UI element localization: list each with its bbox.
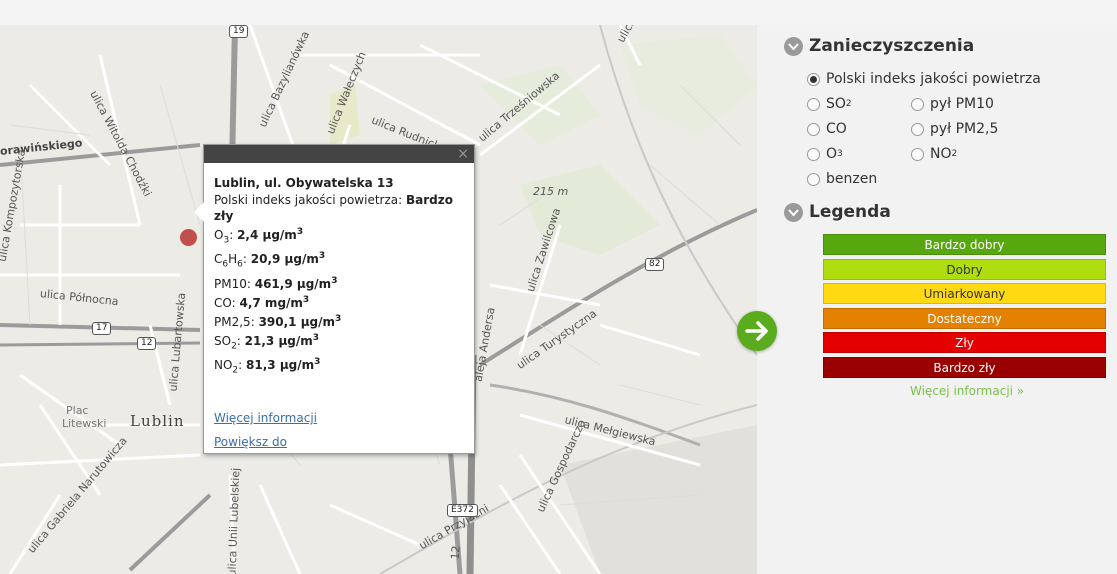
popup-pointer (194, 202, 204, 222)
measurement-value: 20,9 µg/m3 (250, 251, 326, 267)
radio-button[interactable] (807, 147, 820, 161)
legend-item: Dobry (823, 259, 1106, 280)
close-icon[interactable]: × (457, 146, 469, 162)
option-so2[interactable]: SO 2 (807, 96, 852, 112)
measurement-row: PM10: 461,9 µg/m3 (214, 275, 338, 291)
arrow-right-icon (745, 321, 768, 341)
radio-button[interactable] (807, 72, 820, 86)
radio-button[interactable] (911, 97, 924, 111)
pollutants-title: Zanieczyszczenia (809, 36, 975, 56)
measurement-value: 81,3 µg/m3 (246, 357, 321, 373)
radio-button[interactable] (807, 172, 820, 186)
road-shield: E372 (447, 504, 478, 517)
road-shield: 12 (137, 337, 157, 350)
place-label: Litewski (62, 417, 107, 430)
place-label: Plac (66, 404, 89, 417)
station-marker[interactable] (180, 229, 197, 246)
option-no2[interactable]: NO 2 (911, 146, 957, 162)
legend-item: Zły (823, 332, 1106, 353)
legend-item: Umiarkowany (823, 283, 1106, 304)
radio-button[interactable] (807, 122, 820, 136)
zoom-to-link[interactable]: Powiększ do (214, 434, 317, 450)
measurement-value: 461,9 µg/m3 (254, 275, 338, 291)
measurement-value: 2,4 µg/m3 (237, 227, 304, 242)
measurement-row: NO2: 81,3 µg/m3 (214, 357, 321, 376)
option-co[interactable]: CO (807, 121, 847, 137)
road-shield: 17 (92, 322, 112, 335)
spot-height-label: 215 m (533, 185, 569, 198)
legend-item: Bardzo zły (823, 357, 1106, 378)
chevron-down-icon[interactable] (784, 202, 803, 222)
station-name: Lublin, ul. Obywatelska 13 (214, 176, 394, 190)
legend-header[interactable]: Legenda (784, 202, 891, 222)
road-number: 12 (448, 544, 463, 561)
option-o3[interactable]: O3 (807, 146, 843, 162)
measurement-row: O3: 2,4 µg/m3 (214, 227, 304, 246)
measurement-row: PM2,5: 390,1 µg/m3 (214, 313, 342, 329)
legend-item: Bardzo dobry (823, 234, 1106, 255)
measurement-row: CO: 4,7 mg/m3 (214, 294, 310, 310)
chevron-down-icon[interactable] (784, 36, 803, 56)
legend-item: Dostateczny (823, 308, 1106, 329)
legend-more-link[interactable]: Więcej informacji » (910, 384, 1024, 398)
measurement-value: 390,1 µg/m3 (258, 313, 342, 329)
toggle-panel-button[interactable] (737, 311, 777, 351)
road-shield: 82 (645, 258, 665, 271)
top-bar (0, 0, 1117, 25)
index-row: Polski indeks jakości powietrza: Bardzo … (214, 192, 464, 224)
more-info-link[interactable]: Więcej informacji (214, 410, 317, 426)
option-pm25[interactable]: pył PM2,5 (911, 121, 998, 137)
radio-button[interactable] (807, 97, 820, 111)
pollutants-header[interactable]: Zanieczyszczenia (784, 36, 974, 56)
station-popup: × Lublin, ul. Obywatelska 13 Polski inde… (194, 144, 475, 454)
radio-button[interactable] (911, 147, 924, 161)
popup-header: × (204, 145, 474, 163)
radio-button[interactable] (911, 122, 924, 136)
option-pm10[interactable]: pył PM10 (911, 96, 994, 112)
city-label: Lublin (130, 412, 185, 430)
option-index[interactable]: Polski indeks jakości powietrza (807, 71, 1041, 87)
measurement-value: 4,7 mg/m3 (239, 294, 310, 310)
measurement-value: 21,3 µg/m3 (244, 332, 320, 348)
legend-title: Legenda (809, 202, 891, 222)
measurement-row: C6H6: 20,9 µg/m3 (214, 251, 326, 270)
road-shield: 19 (229, 25, 249, 38)
side-panel: Zanieczyszczenia Polski indeks jakości p… (780, 25, 1117, 574)
option-benzen[interactable]: benzen (807, 171, 877, 187)
measurement-row: SO2: 21,3 µg/m3 (214, 332, 320, 352)
index-label: Polski indeks jakości powietrza: (214, 193, 403, 207)
